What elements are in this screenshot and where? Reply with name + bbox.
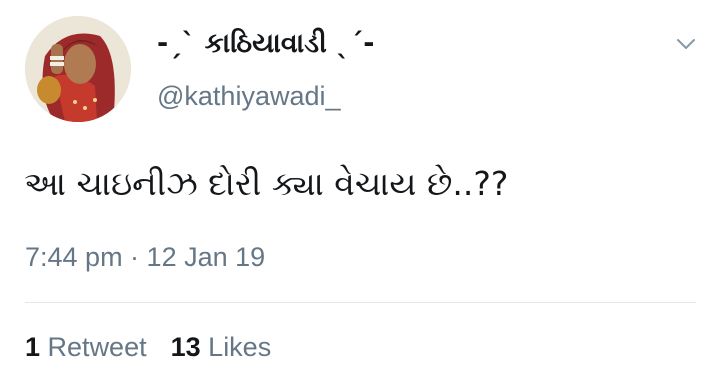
tweet-stats: 1 Retweet 13 Likes: [25, 327, 271, 367]
retweets-label: Retweet: [47, 332, 147, 362]
tweet-timestamp[interactable]: 7:44 pm · 12 Jan 19: [25, 237, 265, 277]
retweets-stat[interactable]: 1 Retweet: [25, 332, 147, 362]
likes-stat[interactable]: 13 Likes: [171, 332, 272, 362]
avatar[interactable]: [25, 16, 131, 122]
retweets-count: 1: [25, 332, 41, 362]
tweet-text: આ ચાઇનીઝ દોરી ક્યા વેચાય છે..??: [24, 164, 509, 203]
likes-label: Likes: [208, 332, 272, 362]
author-display-name[interactable]: -ˏˋ કાઠિયાવાડી ˎˊ-: [157, 24, 374, 64]
divider: [25, 302, 696, 303]
author-handle[interactable]: @kathiyawadi_: [157, 76, 341, 116]
tweet-card: -ˏˋ કાઠિયાવાડી ˎˊ- @kathiyawadi_ આ ચાઇની…: [0, 0, 720, 386]
likes-count: 13: [170, 332, 201, 362]
chevron-down-icon[interactable]: [674, 32, 698, 56]
